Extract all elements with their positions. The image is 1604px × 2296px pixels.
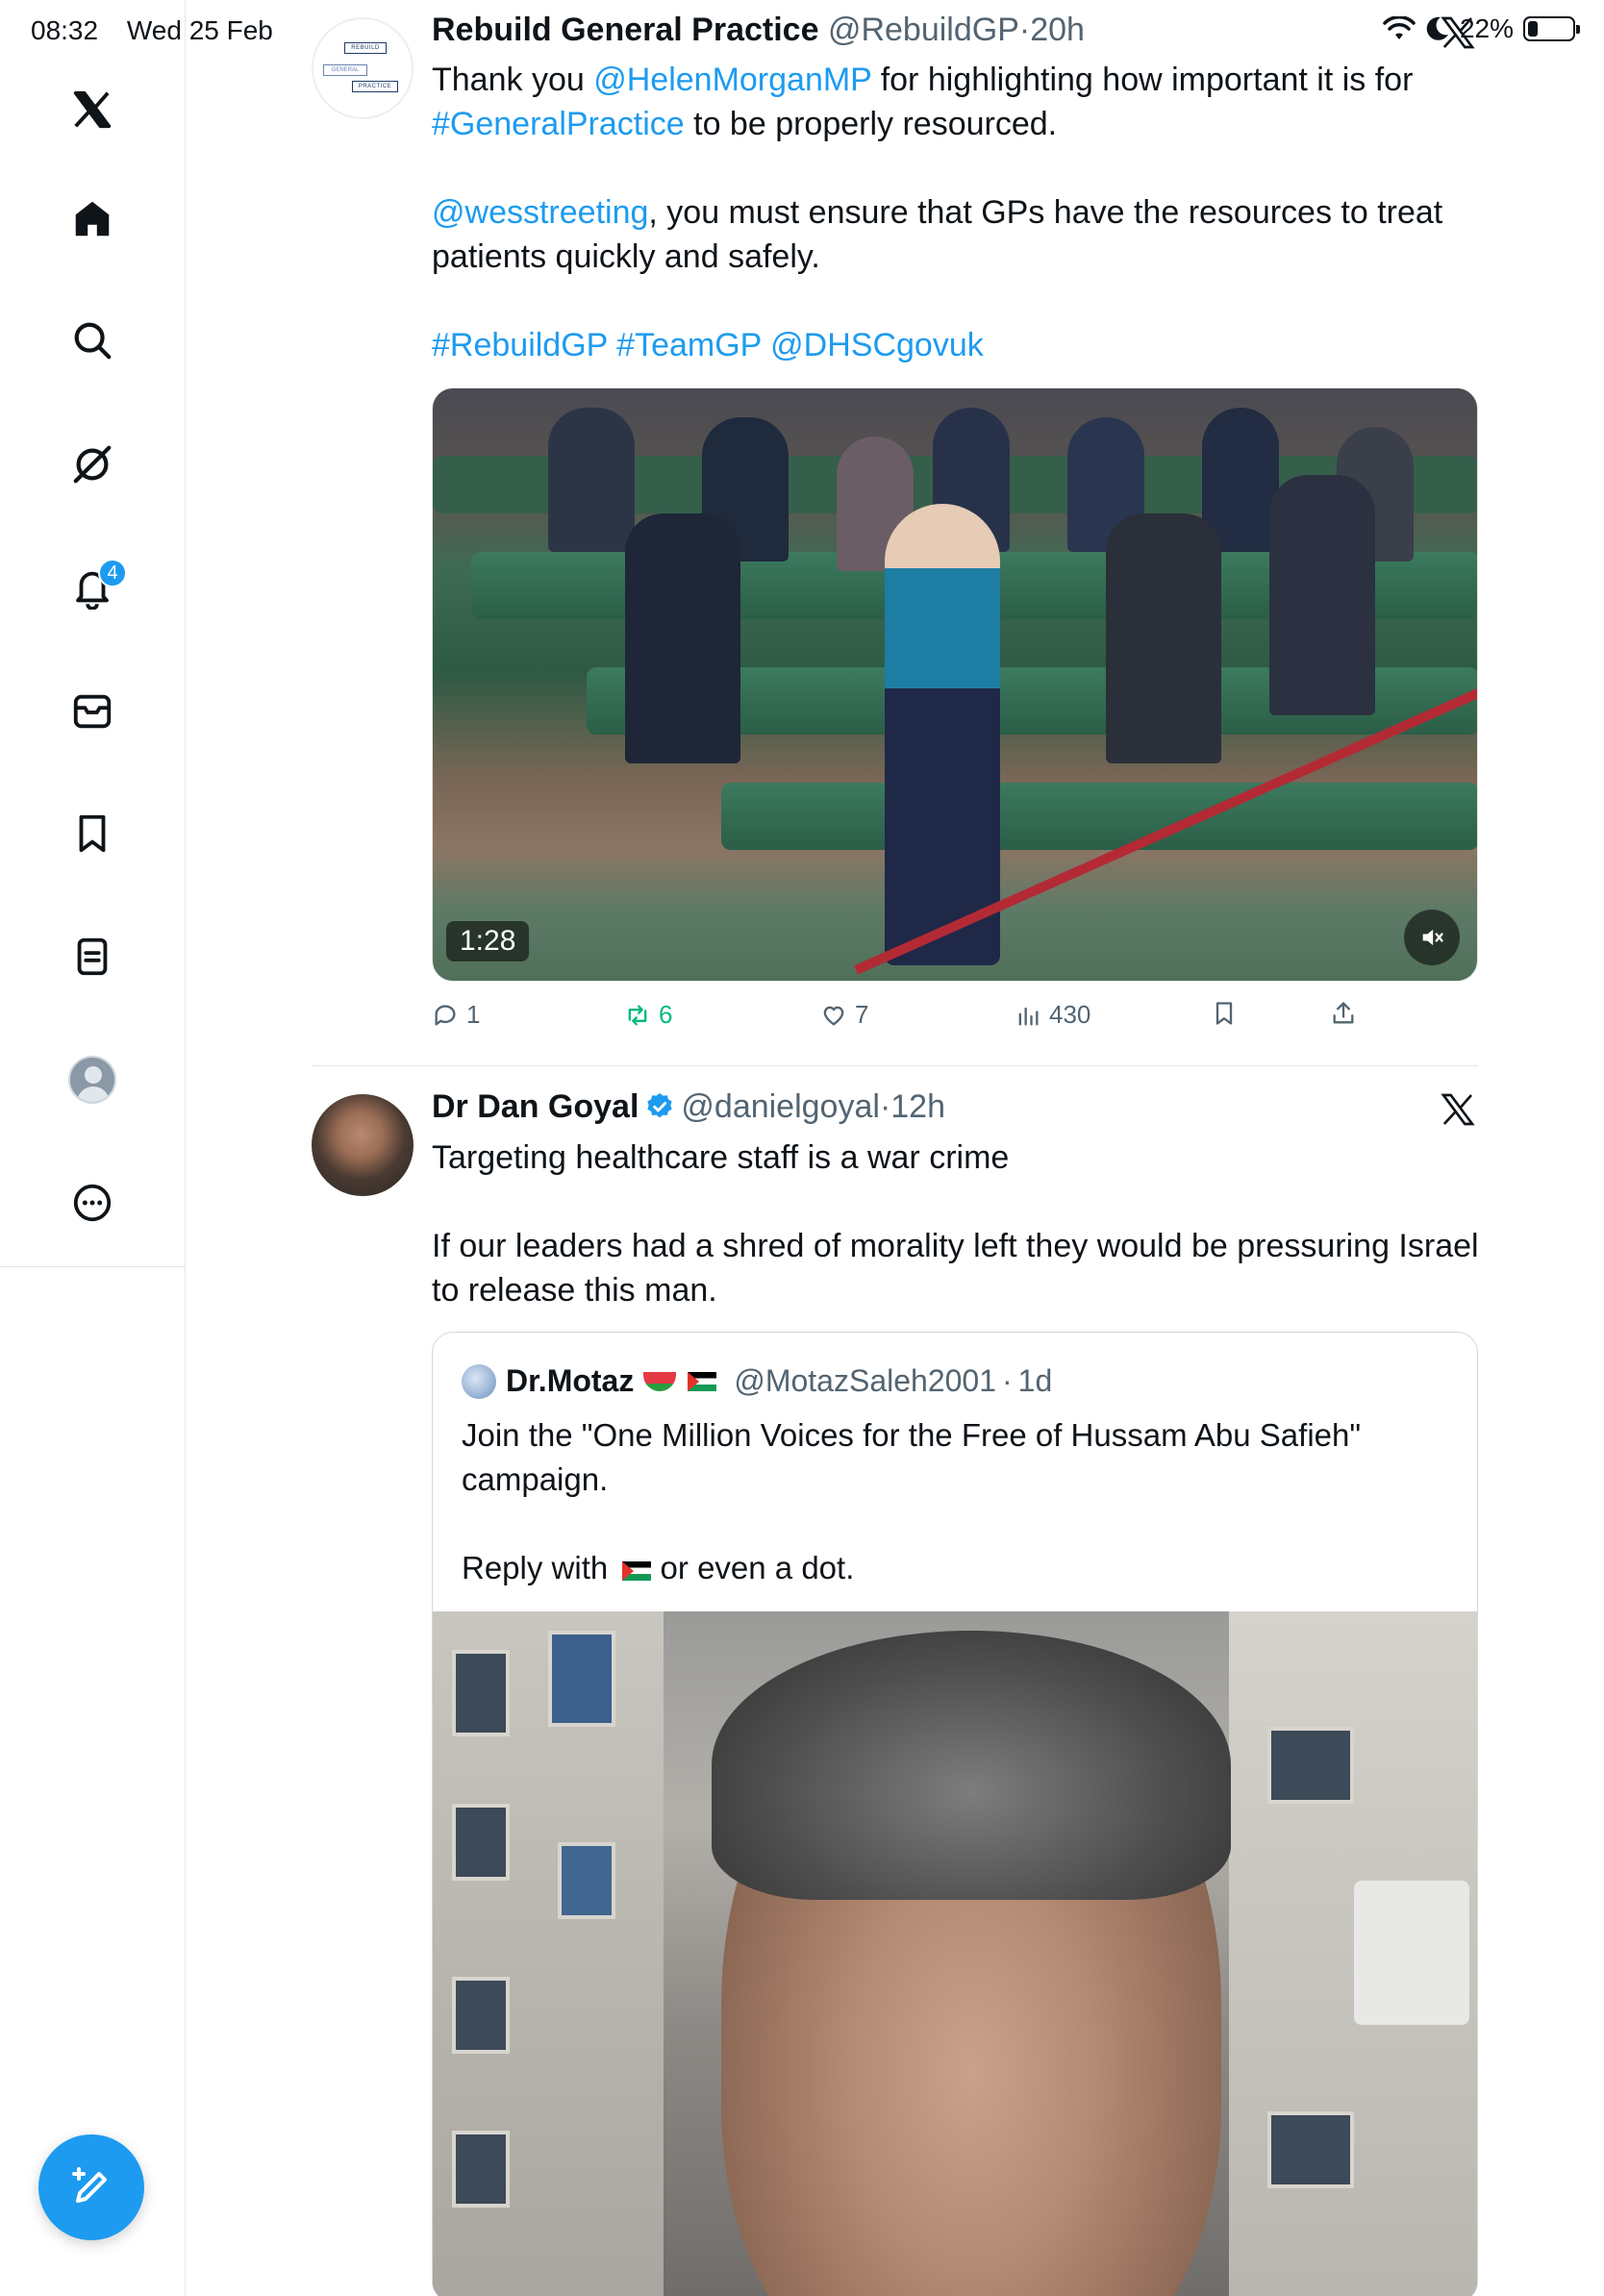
- verified-badge-icon: [647, 1093, 673, 1118]
- author-name[interactable]: Dr Dan Goyal: [432, 1088, 639, 1125]
- search-icon: [74, 322, 112, 360]
- list-icon: [77, 937, 108, 976]
- bookmark-icon: [79, 814, 106, 853]
- notification-badge: 4: [98, 559, 127, 587]
- retweet-icon: [628, 1005, 647, 1025]
- sidebar-item-bookmarks[interactable]: [54, 795, 131, 872]
- battery-icon: [1523, 16, 1580, 41]
- sidebar-nav: 4: [0, 0, 186, 1267]
- tweet-divider: [312, 1065, 1478, 1066]
- text-part: for highlighting how important it is for: [871, 62, 1414, 98]
- author-handle[interactable]: @RebuildGP: [828, 12, 1019, 48]
- speaker-muted-icon: [1422, 929, 1443, 946]
- reply-button[interactable]: 1: [432, 1000, 480, 1030]
- reply-count: 1: [466, 1000, 481, 1029]
- watermelon-emoji-icon: [643, 1371, 677, 1391]
- danielgoyal-avatar[interactable]: [312, 1094, 414, 1196]
- hashtag-links[interactable]: #RebuildGP #TeamGP @DHSCgovuk: [432, 323, 1490, 367]
- author-handle[interactable]: @danielgoyal: [681, 1088, 880, 1125]
- share-button[interactable]: [1330, 1000, 1357, 1027]
- heart-icon: [823, 1006, 844, 1025]
- avatar: [68, 1056, 116, 1104]
- like-count: 7: [855, 1000, 869, 1029]
- sidebar-item-messages[interactable]: [54, 673, 131, 750]
- logo-rebuild: REBUILD: [344, 42, 387, 54]
- bookmark-icon: [1216, 1002, 1233, 1025]
- like-button[interactable]: 7: [820, 1000, 868, 1030]
- sidebar-item-grok[interactable]: [54, 426, 131, 503]
- mention-link[interactable]: @wesstreeting: [432, 194, 648, 231]
- author-name[interactable]: Rebuild General Practice: [432, 12, 819, 48]
- rebuildgp-avatar[interactable]: REBUILD GENERAL PRACTICE: [312, 17, 414, 119]
- quote-body: Join the "One Million Voices for the Fre…: [462, 1413, 1442, 1590]
- mute-button[interactable]: [1404, 910, 1460, 965]
- views-count: 430: [1049, 1000, 1091, 1029]
- tweet-header: Dr Dan Goyal @danielgoyal·12h: [432, 1088, 945, 1126]
- retweet-button[interactable]: 6: [624, 1000, 672, 1030]
- sidebar-item-explore[interactable]: [54, 302, 131, 379]
- sidebar-item-more[interactable]: [54, 1164, 131, 1241]
- speaker-figure: [885, 504, 1000, 965]
- quote-author-name[interactable]: Dr.Motaz: [506, 1363, 634, 1399]
- palestine-flag-icon: [688, 1371, 717, 1391]
- meta-separator: ·: [1018, 12, 1031, 48]
- tweet-text-line: Targeting healthcare staff is a war crim…: [432, 1139, 1010, 1176]
- sidebar-item-profile[interactable]: [54, 1041, 131, 1118]
- tweet-time[interactable]: 20h: [1030, 12, 1085, 48]
- quote-text-line: Join the "One Million Voices for the Fre…: [462, 1417, 1362, 1497]
- tweet-text-line: If our leaders had a shred of morality l…: [432, 1228, 1479, 1309]
- compose-button[interactable]: [38, 2134, 144, 2240]
- share-icon: [1333, 1002, 1354, 1024]
- x-icon: [1441, 1093, 1475, 1126]
- sidebar-item-home[interactable]: [54, 181, 131, 258]
- x-logo[interactable]: [54, 71, 131, 148]
- views-icon: [1018, 1007, 1039, 1025]
- palestine-flag-icon: [622, 1561, 652, 1581]
- text-part: to be properly resourced.: [684, 106, 1058, 142]
- sidebar-item-lists[interactable]: [54, 918, 131, 995]
- tweet-time[interactable]: 12h: [890, 1088, 945, 1125]
- video-duration: 1:28: [446, 921, 530, 961]
- video-player[interactable]: 1:28: [432, 387, 1478, 982]
- mail-icon: [73, 694, 112, 729]
- x-icon: [1441, 16, 1475, 49]
- logo-practice: PRACTICE: [352, 81, 398, 92]
- quote-text-part: or even a dot.: [651, 1550, 855, 1585]
- quote-header: Dr.Motaz @MotazSaleh2001 · 1d: [462, 1363, 1052, 1399]
- x-close-icon[interactable]: [1439, 13, 1477, 52]
- quote-text-part: Reply with: [462, 1550, 617, 1585]
- retweet-count: 6: [659, 1000, 673, 1029]
- sidebar-item-notifications[interactable]: 4: [54, 549, 131, 626]
- x-logo-icon: [73, 90, 112, 129]
- tweet-body: Thank you @HelenMorganMP for highlightin…: [432, 58, 1490, 367]
- tweet-actions: 1 6 7 430: [432, 1000, 1393, 1042]
- views-button[interactable]: 430: [1015, 1000, 1090, 1030]
- logo-general: GENERAL: [323, 64, 367, 76]
- quote-time[interactable]: 1d: [1018, 1363, 1053, 1399]
- mention-link[interactable]: @HelenMorganMP: [593, 62, 871, 98]
- meta-separator: ·: [1002, 1363, 1013, 1398]
- text-part: Thank you: [432, 62, 594, 98]
- compose-icon: [72, 2167, 107, 2203]
- bookmark-button[interactable]: [1211, 1000, 1238, 1027]
- x-close-icon[interactable]: [1439, 1090, 1477, 1129]
- quote-handle[interactable]: @MotazSaleh2001: [734, 1363, 996, 1399]
- more-icon: [73, 1184, 112, 1222]
- tweet-body: Targeting healthcare staff is a war crim…: [432, 1136, 1490, 1312]
- hashtag-link[interactable]: #GeneralPractice: [432, 106, 685, 142]
- wifi-icon: [1383, 16, 1416, 39]
- quote-avatar[interactable]: [462, 1363, 496, 1399]
- home-icon: [75, 201, 110, 237]
- grok-icon: [73, 445, 112, 484]
- meta-separator: ·: [879, 1088, 891, 1125]
- tweet-header: Rebuild General Practice @RebuildGP·20h: [432, 12, 1085, 49]
- quote-video[interactable]: [433, 1611, 1477, 2296]
- quoted-tweet[interactable]: Dr.Motaz @MotazSaleh2001 · 1d Join the "On…: [432, 1332, 1478, 2296]
- reply-icon: [435, 1004, 456, 1025]
